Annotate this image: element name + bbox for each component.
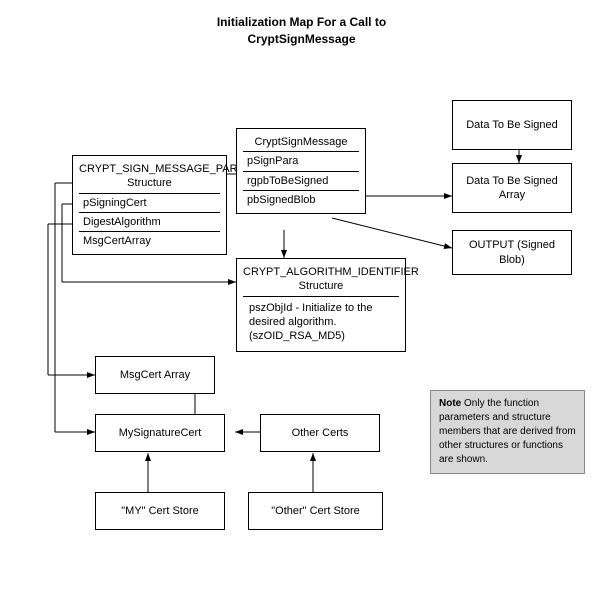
crypt-sign-para-header: CRYPT_SIGN_MESSAGE_PARA Structure bbox=[79, 160, 220, 194]
msgcert-array-box: MsgCert Array bbox=[95, 356, 215, 394]
other-cert-store-box: "Other" Cert Store bbox=[248, 492, 383, 530]
crypt-sign-msg-rows: pSignPara rgpbToBeSigned pbSignedBlob bbox=[243, 152, 359, 209]
psignpara-row: pSignPara bbox=[243, 152, 359, 171]
psigningcert-row: pSigningCert bbox=[79, 194, 220, 213]
digestalgorithm-row: DigestAlgorithm bbox=[79, 213, 220, 232]
my-cert-store-box: "MY" Cert Store bbox=[95, 492, 225, 530]
crypt-sign-msg-header: CryptSignMessage bbox=[243, 133, 359, 152]
note-label: Note bbox=[439, 398, 461, 409]
other-certs-box: Other Certs bbox=[260, 414, 380, 452]
diagram-title: Initialization Map For a Call to CryptSi… bbox=[0, 6, 603, 48]
data-to-be-signed-array-box: Data To Be Signed Array bbox=[452, 163, 572, 213]
output-box: OUTPUT (Signed Blob) bbox=[452, 230, 572, 275]
rgpbtobsigned-row: rgpbToBeSigned bbox=[243, 172, 359, 191]
crypt-sign-message-box: CryptSignMessage pSignPara rgpbToBeSigne… bbox=[236, 128, 366, 214]
my-signature-cert-box: MySignatureCert bbox=[95, 414, 225, 452]
msgcertarray-row: MsgCertArray bbox=[79, 232, 220, 250]
note-box: Note Only the function parameters and st… bbox=[430, 390, 585, 474]
crypt-algorithm-box: CRYPT_ALGORITHM_IDENTIFIER Structure psz… bbox=[236, 258, 406, 352]
diagram-container: Initialization Map For a Call to CryptSi… bbox=[0, 0, 603, 592]
crypt-sign-para-rows: pSigningCert DigestAlgorithm MsgCertArra… bbox=[79, 194, 220, 251]
crypt-sign-message-para-box: CRYPT_SIGN_MESSAGE_PARA Structure pSigni… bbox=[72, 155, 227, 255]
crypt-algo-body: pszObjId - Initialize to the desired alg… bbox=[243, 297, 399, 348]
crypt-algo-header: CRYPT_ALGORITHM_IDENTIFIER Structure bbox=[243, 263, 399, 297]
data-to-be-signed-box: Data To Be Signed bbox=[452, 100, 572, 150]
pbsignedblob-row: pbSignedBlob bbox=[243, 191, 359, 209]
